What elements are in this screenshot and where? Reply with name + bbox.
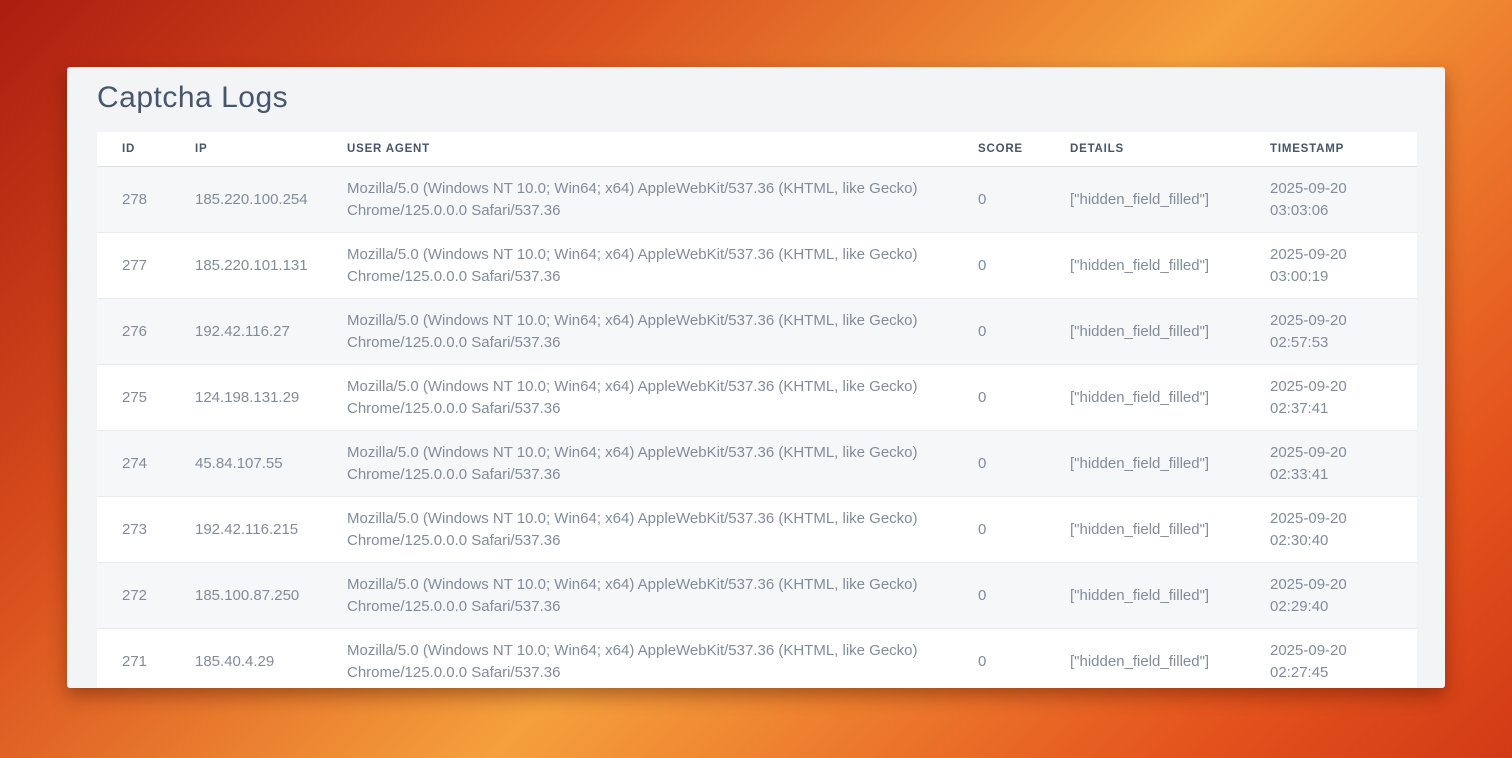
cell-ip: 185.40.4.29 xyxy=(170,629,322,689)
cell-timestamp: 2025-09-20 03:03:06 xyxy=(1245,167,1417,233)
cell-id: 276 xyxy=(97,299,170,365)
column-header-score: SCORE xyxy=(953,132,1045,167)
cell-score: 0 xyxy=(953,299,1045,365)
table-row: 276192.42.116.27Mozilla/5.0 (Windows NT … xyxy=(97,299,1417,365)
column-header-timestamp: TIMESTAMP xyxy=(1245,132,1417,167)
cell-user_agent: Mozilla/5.0 (Windows NT 10.0; Win64; x64… xyxy=(322,233,953,299)
cell-details: ["hidden_field_filled"] xyxy=(1045,299,1245,365)
table-row: 278185.220.100.254Mozilla/5.0 (Windows N… xyxy=(97,167,1417,233)
logs-table-header: IDIPUSER AGENTSCOREDETAILSTIMESTAMP xyxy=(97,132,1417,167)
header-row: IDIPUSER AGENTSCOREDETAILSTIMESTAMP xyxy=(97,132,1417,167)
cell-timestamp: 2025-09-20 02:33:41 xyxy=(1245,431,1417,497)
cell-user_agent: Mozilla/5.0 (Windows NT 10.0; Win64; x64… xyxy=(322,299,953,365)
cell-id: 274 xyxy=(97,431,170,497)
cell-id: 278 xyxy=(97,167,170,233)
cell-ip: 185.220.100.254 xyxy=(170,167,322,233)
cell-timestamp: 2025-09-20 02:27:45 xyxy=(1245,629,1417,689)
cell-details: ["hidden_field_filled"] xyxy=(1045,365,1245,431)
cell-ip: 192.42.116.27 xyxy=(170,299,322,365)
cell-user_agent: Mozilla/5.0 (Windows NT 10.0; Win64; x64… xyxy=(322,167,953,233)
cell-details: ["hidden_field_filled"] xyxy=(1045,167,1245,233)
cell-timestamp: 2025-09-20 03:00:19 xyxy=(1245,233,1417,299)
cell-id: 273 xyxy=(97,497,170,563)
table-row: 271185.40.4.29Mozilla/5.0 (Windows NT 10… xyxy=(97,629,1417,689)
column-header-user_agent: USER AGENT xyxy=(322,132,953,167)
cell-details: ["hidden_field_filled"] xyxy=(1045,563,1245,629)
cell-details: ["hidden_field_filled"] xyxy=(1045,497,1245,563)
cell-ip: 124.198.131.29 xyxy=(170,365,322,431)
table-row: 277185.220.101.131Mozilla/5.0 (Windows N… xyxy=(97,233,1417,299)
cell-details: ["hidden_field_filled"] xyxy=(1045,629,1245,689)
cell-score: 0 xyxy=(953,629,1045,689)
cell-user_agent: Mozilla/5.0 (Windows NT 10.0; Win64; x64… xyxy=(322,431,953,497)
cell-id: 272 xyxy=(97,563,170,629)
cell-ip: 192.42.116.215 xyxy=(170,497,322,563)
cell-score: 0 xyxy=(953,365,1045,431)
page-title: Captcha Logs xyxy=(67,67,1445,132)
cell-timestamp: 2025-09-20 02:57:53 xyxy=(1245,299,1417,365)
cell-score: 0 xyxy=(953,431,1045,497)
cell-ip: 185.220.101.131 xyxy=(170,233,322,299)
table-row: 27445.84.107.55Mozilla/5.0 (Windows NT 1… xyxy=(97,431,1417,497)
column-header-ip: IP xyxy=(170,132,322,167)
cell-score: 0 xyxy=(953,563,1045,629)
table-row: 273192.42.116.215Mozilla/5.0 (Windows NT… xyxy=(97,497,1417,563)
cell-timestamp: 2025-09-20 02:29:40 xyxy=(1245,563,1417,629)
cell-score: 0 xyxy=(953,497,1045,563)
cell-ip: 185.100.87.250 xyxy=(170,563,322,629)
cell-details: ["hidden_field_filled"] xyxy=(1045,431,1245,497)
cell-score: 0 xyxy=(953,233,1045,299)
cell-id: 277 xyxy=(97,233,170,299)
table-row: 275124.198.131.29Mozilla/5.0 (Windows NT… xyxy=(97,365,1417,431)
cell-ip: 45.84.107.55 xyxy=(170,431,322,497)
cell-id: 275 xyxy=(97,365,170,431)
cell-timestamp: 2025-09-20 02:30:40 xyxy=(1245,497,1417,563)
cell-user_agent: Mozilla/5.0 (Windows NT 10.0; Win64; x64… xyxy=(322,497,953,563)
cell-score: 0 xyxy=(953,167,1045,233)
column-header-details: DETAILS xyxy=(1045,132,1245,167)
logs-table-body: 278185.220.100.254Mozilla/5.0 (Windows N… xyxy=(97,167,1417,689)
cell-user_agent: Mozilla/5.0 (Windows NT 10.0; Win64; x64… xyxy=(322,365,953,431)
cell-user_agent: Mozilla/5.0 (Windows NT 10.0; Win64; x64… xyxy=(322,563,953,629)
logs-table-container: IDIPUSER AGENTSCOREDETAILSTIMESTAMP 2781… xyxy=(97,132,1415,688)
cell-details: ["hidden_field_filled"] xyxy=(1045,233,1245,299)
cell-user_agent: Mozilla/5.0 (Windows NT 10.0; Win64; x64… xyxy=(322,629,953,689)
captcha-logs-table: IDIPUSER AGENTSCOREDETAILSTIMESTAMP 2781… xyxy=(97,132,1417,688)
cell-id: 271 xyxy=(97,629,170,689)
column-header-id: ID xyxy=(97,132,170,167)
captcha-logs-card: Captcha Logs IDIPUSER AGENTSCOREDETAILST… xyxy=(67,67,1445,688)
cell-timestamp: 2025-09-20 02:37:41 xyxy=(1245,365,1417,431)
table-row: 272185.100.87.250Mozilla/5.0 (Windows NT… xyxy=(97,563,1417,629)
